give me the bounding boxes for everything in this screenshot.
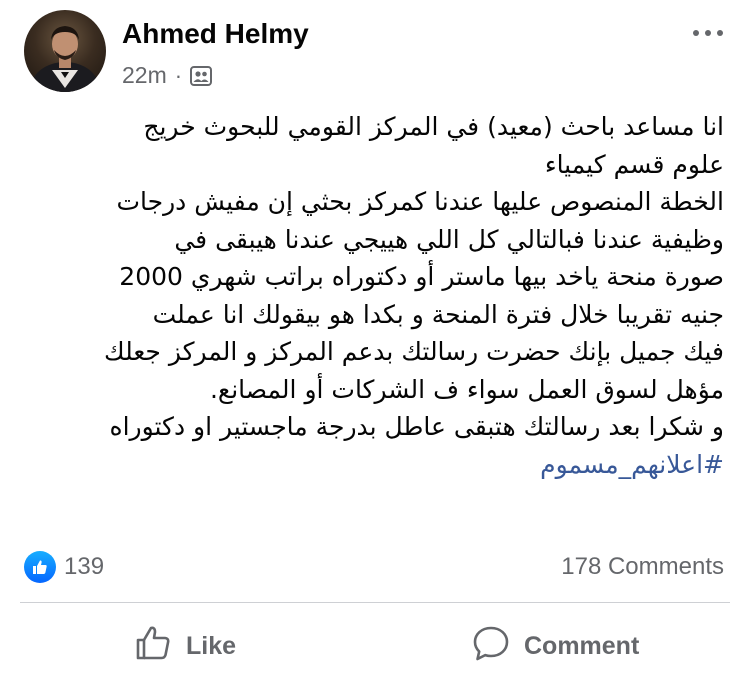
comment-button[interactable]: Comment <box>472 622 639 670</box>
post-body: انا مساعد باحث (معيد) في المركز القومي ل… <box>20 108 724 483</box>
post-text-line: فيك جميل بإنك حضرت رسالتك بدعم المركز و … <box>104 337 724 366</box>
like-button[interactable]: Like <box>134 622 236 670</box>
thumbs-up-icon <box>134 624 172 669</box>
post-text-line: جنيه تقريبا خلال فترة المنحة و بكدا هو ب… <box>152 299 724 329</box>
post-text-line: علوم قسم كيمياء <box>544 149 724 179</box>
comments-count[interactable]: 178 Comments <box>561 553 724 581</box>
avatar-portrait <box>31 26 99 92</box>
post-text-line: الخطة المنصوص عليها عندنا كمركز بحثي إن … <box>116 187 725 216</box>
like-reaction-icon <box>24 551 56 583</box>
author-name[interactable]: Ahmed Helmy <box>122 18 309 50</box>
like-label: Like <box>186 631 237 660</box>
action-divider <box>20 602 730 603</box>
meta-separator: · <box>174 62 183 88</box>
post-text-line: انا مساعد باحث (معيد) في المركز القومي ل… <box>143 112 724 141</box>
post-text-line: و شكرا بعد رسالتك هتبقى عاطل بدرجة ماجست… <box>109 412 724 441</box>
facebook-post: Ahmed Helmy 22m · انا مساعد باحث (معيد) … <box>0 0 750 675</box>
post-timestamp[interactable]: 22m <box>122 62 167 89</box>
hashtag-link[interactable]: #اعلانهم_مسموم <box>20 446 724 484</box>
reactions-summary[interactable]: 139 <box>24 551 104 583</box>
post-text-line: وظيفية عندنا فبالتالي كل اللي هييجي عندن… <box>174 224 724 254</box>
more-options-icon[interactable] <box>688 18 728 48</box>
comment-label: Comment <box>524 631 640 660</box>
author-avatar[interactable] <box>24 10 106 92</box>
post-meta: 22m · <box>122 62 213 89</box>
post-text-line: صورة منحة ياخد بيها ماستر أو دكتوراه برا… <box>119 262 724 291</box>
post-text-line: مؤهل لسوق العمل سواء ف الشركات أو المصان… <box>209 374 724 404</box>
reactions-count: 139 <box>64 553 105 580</box>
speech-bubble-icon <box>472 624 510 669</box>
friends-group-icon[interactable] <box>190 65 213 86</box>
